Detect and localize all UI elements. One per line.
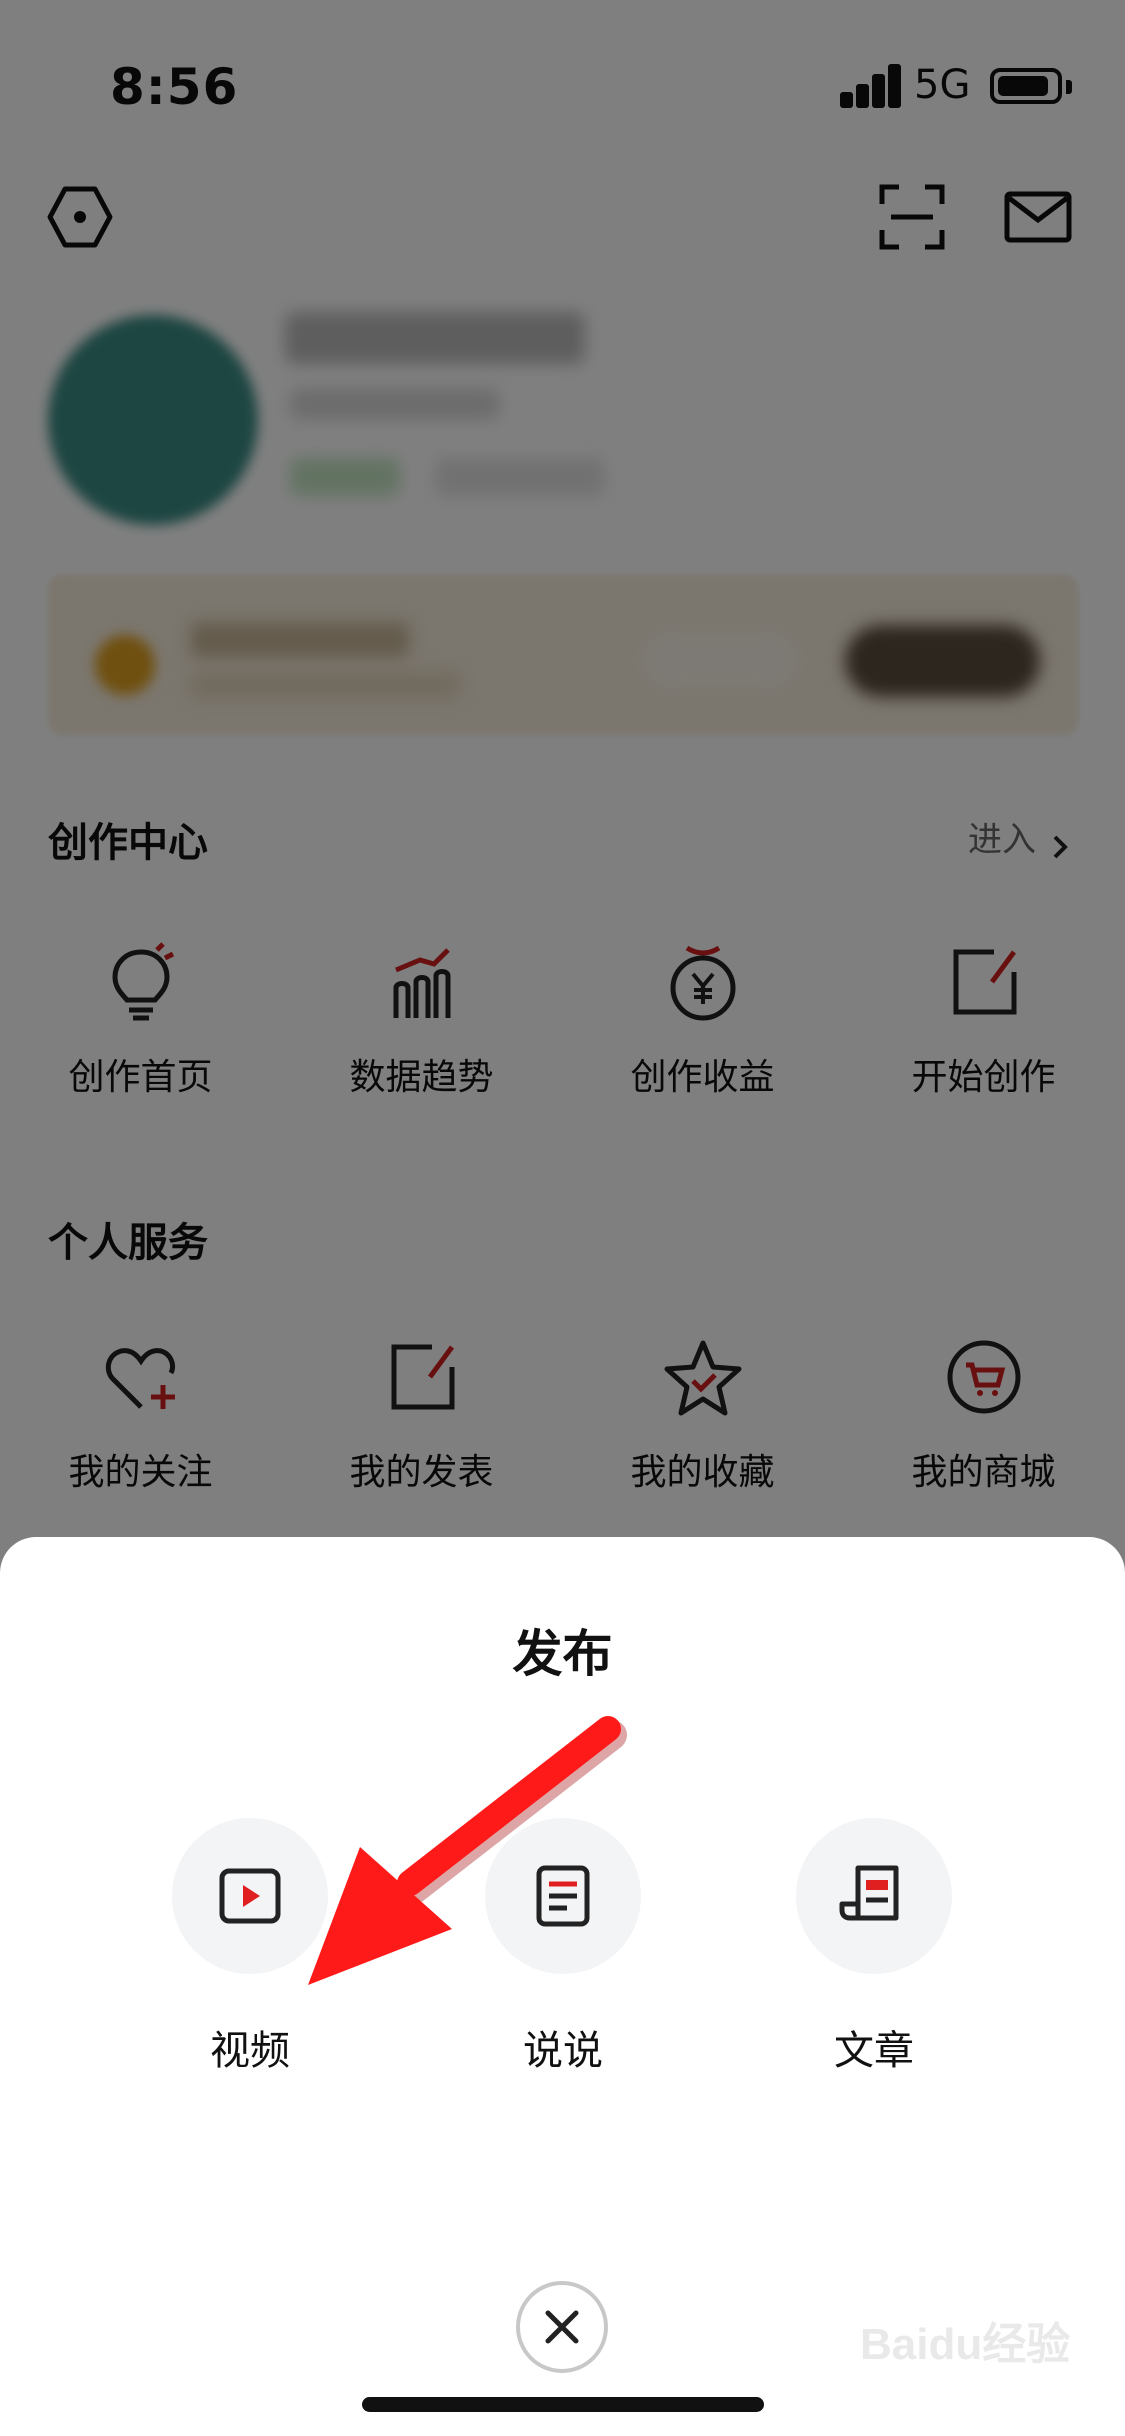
home-indicator[interactable]: [362, 2397, 764, 2412]
video-option-label[interactable]: 视频: [140, 2018, 360, 2076]
annotation-arrow: [308, 1716, 627, 1985]
article-option-label[interactable]: 文章: [764, 2018, 984, 2076]
publish-sheet-title: 发布: [512, 1625, 613, 1683]
post-option-label[interactable]: 说说: [453, 2018, 673, 2076]
publish-article-option[interactable]: [796, 1818, 952, 1974]
close-icon: [545, 2310, 579, 2344]
baidu-watermark: Baidu经验: [860, 2320, 1071, 2369]
close-button[interactable]: [516, 2281, 608, 2373]
article-icon: [839, 1865, 899, 1921]
article-option-circle[interactable]: [796, 1818, 952, 1974]
